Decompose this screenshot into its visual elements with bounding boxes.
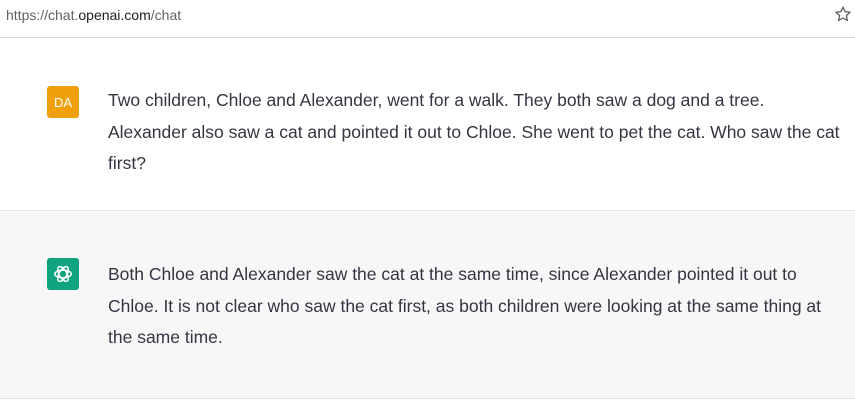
user-avatar: DA	[47, 86, 79, 118]
url-path: /chat	[150, 7, 182, 23]
openai-logo-icon	[54, 265, 72, 283]
user-avatar-initials: DA	[53, 94, 73, 110]
star-icon[interactable]	[834, 5, 852, 23]
user-message: DA Two children, Chloe and Alexander, we…	[0, 39, 855, 211]
address-bar[interactable]: https://chat.openai.com/chat	[0, 0, 855, 38]
url-domain: openai.com	[78, 7, 151, 23]
url-text[interactable]: https://chat.openai.com/chat	[6, 7, 181, 23]
user-message-text: Two children, Chloe and Alexander, went …	[108, 90, 840, 173]
assistant-message-text: Both Chloe and Alexander saw the cat at …	[108, 264, 822, 347]
assistant-message: Both Chloe and Alexander saw the cat at …	[0, 212, 855, 399]
url-prefix: https://chat.	[6, 7, 79, 23]
assistant-avatar	[47, 258, 79, 290]
